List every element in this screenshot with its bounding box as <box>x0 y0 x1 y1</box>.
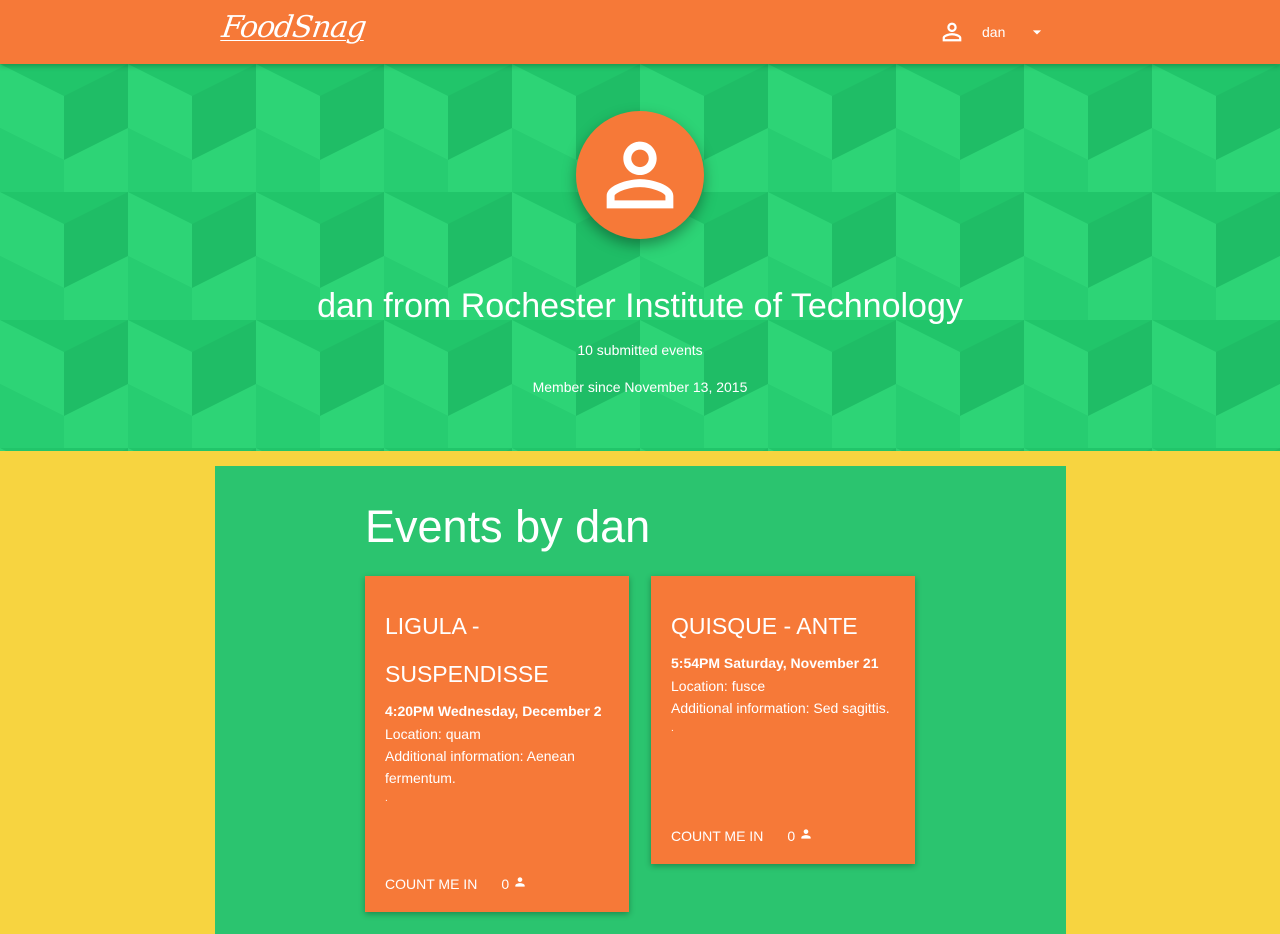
event-info: Additional information: Aenean fermentum… <box>385 748 575 786</box>
person-icon <box>942 22 962 42</box>
count-me-in-button[interactable]: COUNT ME IN <box>671 828 763 844</box>
event-title: QUISQUE - ANTE <box>671 613 858 639</box>
username-label: dan <box>982 24 1006 40</box>
attendee-count-value: 0 <box>501 876 510 892</box>
attendee-count: 0 <box>501 876 527 892</box>
member-since: Member since November 13, 2015 <box>532 379 748 395</box>
event-title: LIGULA - SUSPENDISSE <box>385 613 549 687</box>
event-dot: . <box>385 793 388 804</box>
attendee-count: 0 <box>787 828 813 844</box>
event-card: LIGULA - SUSPENDISSE 4:20PM Wednesday, D… <box>365 576 629 912</box>
event-location: Location: quam <box>385 726 481 742</box>
event-info: Additional information: Sed sagittis. <box>671 700 890 716</box>
person-icon <box>515 877 525 887</box>
submitted-count: 10 submitted events <box>577 342 703 358</box>
event-card: QUISQUE - ANTE 5:54PM Saturday, November… <box>651 576 915 864</box>
app-logo[interactable]: FoodSnag <box>219 6 369 50</box>
user-menu[interactable]: dan <box>938 16 1047 48</box>
person-icon <box>606 141 674 209</box>
top-app-bar: FoodSnag dan <box>0 0 1280 64</box>
avatar <box>576 111 704 239</box>
event-time: 4:20PM Wednesday, December 2 <box>385 703 602 719</box>
event-location: Location: fusce <box>671 678 766 694</box>
events-panel: Events by dan LIGULA - SUSPENDISSE 4:20P… <box>215 466 1066 934</box>
profile-header: dan from Rochester Institute of Technolo… <box>0 64 1280 451</box>
arrow-drop-down-icon <box>1033 30 1042 35</box>
count-me-in-button[interactable]: COUNT ME IN <box>385 876 477 892</box>
event-actions: COUNT ME IN 0 <box>385 876 527 892</box>
event-time: 5:54PM Saturday, November 21 <box>671 655 879 671</box>
person-icon <box>801 829 811 839</box>
profile-title: dan from Rochester Institute of Technolo… <box>317 287 963 325</box>
events-heading: Events by dan <box>365 501 651 552</box>
event-actions: COUNT ME IN 0 <box>671 828 813 844</box>
attendee-count-value: 0 <box>787 828 796 844</box>
event-dot: . <box>671 723 674 734</box>
